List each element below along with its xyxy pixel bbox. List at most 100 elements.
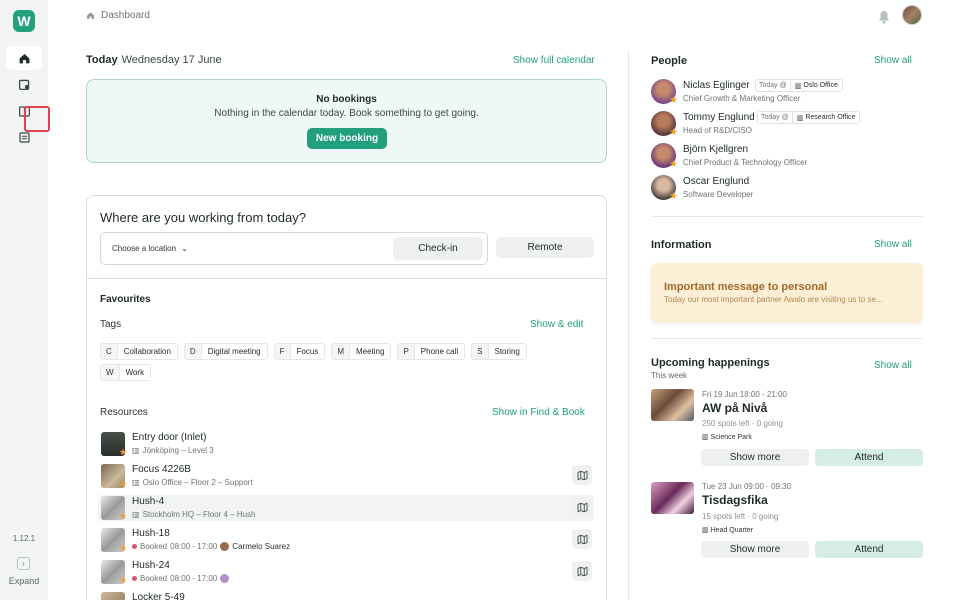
attend-button[interactable]: Attend (815, 541, 923, 558)
map-icon (577, 502, 587, 512)
resource-location-text: Oslo Office – Floor 2 – Support (142, 478, 253, 487)
breadcrumb-label[interactable]: Dashboard (101, 10, 150, 21)
remote-button[interactable]: Remote (496, 237, 594, 258)
favourite-star-icon: ★ (119, 575, 128, 585)
resource-location-text: Stockholm HQ – Floor 4 – Hush (142, 510, 256, 519)
presence-badge: Today @ ▥ Oslo Office (755, 79, 843, 92)
event-location: ▥ Head Quarter (702, 526, 753, 535)
user-avatar[interactable] (902, 5, 922, 25)
event-title[interactable]: AW på Nivå (702, 401, 767, 415)
location-dropdown[interactable]: Choose a location ⌄ (112, 244, 188, 253)
event-title[interactable]: Tisdagsfika (702, 493, 768, 507)
event-spots: 15 spots left · 0 going (702, 512, 779, 521)
divider (651, 338, 923, 339)
map-button[interactable] (572, 561, 592, 581)
information-show-all-link[interactable]: Show all (874, 239, 912, 250)
resource-row[interactable]: Locker 5-49 (98, 591, 594, 600)
show-in-find-book-link[interactable]: Show in Find & Book (492, 407, 585, 418)
home-icon (19, 53, 29, 63)
person-row[interactable]: ★ Oscar Englund Software Developer (651, 174, 923, 202)
favourite-star-icon: ★ (669, 159, 678, 170)
no-bookings-title: No bookings (316, 94, 377, 105)
resource-row[interactable]: ★ Hush-18 Booked 08:00 - 17:00 Carmelo Sua… (98, 527, 594, 553)
building-icon: ▥ (132, 478, 140, 487)
event-time: Fri 19 Jun 18:00 - 21:00 (702, 390, 787, 399)
nav-home-button[interactable] (6, 46, 42, 70)
happenings-subtitle: This week (651, 371, 688, 380)
resource-name: Entry door (Inlet) (132, 432, 207, 443)
resource-booking: Booked 08:00 - 17:00 (132, 574, 230, 583)
favourite-star-icon: ★ (669, 191, 678, 202)
information-title: Information (651, 239, 712, 251)
person-row[interactable]: ★ Tommy Englund Today @ ▥ Research Office … (651, 110, 923, 138)
tag-chip[interactable]: F Focus (273, 343, 326, 360)
expand-button[interactable]: › (17, 557, 30, 570)
resource-row[interactable]: ★ Hush-4 ▥ Stockholm HQ – Floor 4 – Hush (98, 495, 594, 521)
today-heading: Today Wednesday 17 June (86, 54, 222, 66)
tag-chip[interactable]: W Work (100, 364, 152, 381)
important-message-card[interactable]: Important message to personal Today our … (651, 263, 923, 323)
expand-label[interactable]: Expand (0, 576, 48, 586)
event-image (651, 482, 694, 514)
resource-location: ▥ Jönköping – Level 3 (132, 446, 214, 455)
check-in-button[interactable]: Check-in (393, 237, 483, 260)
tag-letter: F (279, 347, 285, 356)
tag-chip[interactable]: C Collaboration (100, 343, 178, 360)
notification-bell-icon[interactable] (876, 9, 892, 25)
people-show-all-link[interactable]: Show all (874, 55, 912, 66)
show-more-button[interactable]: Show more (701, 541, 809, 558)
tag-chip[interactable]: P Phone call (397, 343, 466, 360)
resource-location: ▥ Stockholm HQ – Floor 4 – Hush (132, 510, 256, 519)
work-location-title: Where are you working from today? (100, 210, 306, 225)
attend-button[interactable]: Attend (815, 449, 923, 466)
building-icon: ▥ (796, 114, 804, 122)
no-bookings-panel: No bookings Nothing in the calendar toda… (86, 79, 607, 163)
favourite-star-icon: ★ (669, 95, 678, 106)
favourite-star-icon: ★ (119, 543, 128, 553)
show-more-button[interactable]: Show more (701, 449, 809, 466)
person-row[interactable]: ★ Björn Kjellgren Chief Product & Techno… (651, 142, 923, 170)
resource-row[interactable]: ★ Focus 4226B ▥ Oslo Office – Floor 2 – S… (98, 463, 594, 489)
map-button[interactable] (572, 465, 592, 485)
tag-name: Digital meeting (200, 344, 267, 359)
person-name: Tommy Englund (683, 112, 755, 123)
app-version: 1.12.1 (12, 534, 36, 543)
chevron-down-icon: ⌄ (181, 244, 188, 253)
resource-name: Focus 4226B (132, 464, 191, 475)
tag-name: Focus (289, 344, 325, 359)
person-name: Oscar Englund (683, 176, 750, 187)
happenings-show-all-link[interactable]: Show all (874, 360, 912, 371)
resources-label: Resources (100, 407, 148, 418)
event-image (651, 389, 694, 421)
map-button[interactable] (572, 497, 592, 517)
location-placeholder: Choose a location (112, 244, 177, 253)
resource-name: Hush-24 (132, 560, 170, 571)
new-booking-button[interactable]: New booking (307, 128, 387, 149)
nav-bookings-button[interactable] (6, 72, 42, 96)
booked-time: 08:00 - 17:00 (170, 542, 218, 551)
resource-row[interactable]: ★ Hush-24 Booked 08:00 - 17:00 (98, 559, 594, 585)
resource-row[interactable]: ★ Entry door (Inlet) ▥ Jönköping – Level … (98, 431, 594, 457)
show-edit-tags-link[interactable]: Show & edit (530, 319, 583, 330)
today-date: Wednesday 17 June (121, 54, 222, 66)
tag-name: Storing (487, 344, 526, 359)
presence-place: ▥ Oslo Office (789, 80, 842, 91)
event-location: ▥ Science Park (702, 433, 752, 442)
app-logo[interactable]: W (13, 10, 35, 32)
tag-letter: W (106, 368, 114, 377)
tags-list: C Collaboration D Digital meeting F Focus M… (100, 343, 580, 381)
column-divider (628, 50, 629, 600)
map-button[interactable] (572, 529, 592, 549)
newspaper-icon (18, 131, 30, 143)
today-label: Today (86, 54, 118, 66)
presence-place: ▥ Research Office (791, 112, 860, 123)
tag-name: Work (118, 365, 151, 380)
person-row[interactable]: ★ Niclas Eglinger Today @ ▥ Oslo Office Ch… (651, 78, 923, 106)
tag-letter: C (106, 347, 112, 356)
building-icon: ▥ (702, 527, 709, 534)
show-full-calendar-link[interactable]: Show full calendar (513, 55, 595, 66)
tag-chip[interactable]: S Storing (471, 343, 527, 360)
tag-chip[interactable]: M Meeting (331, 343, 392, 360)
tag-chip[interactable]: D Digital meeting (183, 343, 268, 360)
map-icon (577, 470, 587, 480)
